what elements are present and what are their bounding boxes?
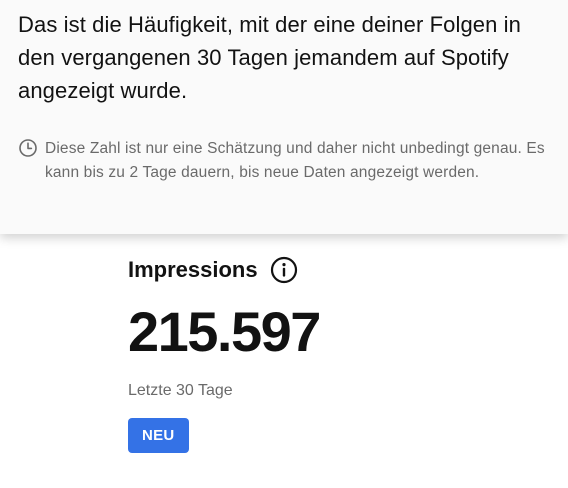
info-tooltip: Das ist die Häufigkeit, mit der eine dei… [0, 0, 568, 234]
period-label: Letzte 30 Tage [128, 382, 233, 399]
impressions-card: Impressions 215.597 Letzte 30 Tage NEU [128, 256, 321, 453]
tooltip-description: Das ist die Häufigkeit, mit der eine dei… [18, 12, 521, 103]
clock-icon [19, 139, 37, 157]
new-badge: NEU [128, 418, 189, 453]
card-header: Impressions [128, 256, 320, 284]
card-title: Impressions [128, 257, 258, 282]
impressions-value: 215.597 [128, 300, 321, 363]
info-icon[interactable] [270, 256, 298, 284]
tooltip-note: Diese Zahl ist nur eine Schätzung und da… [18, 137, 550, 185]
tooltip-note-text: Diese Zahl ist nur eine Schätzung und da… [45, 140, 545, 181]
